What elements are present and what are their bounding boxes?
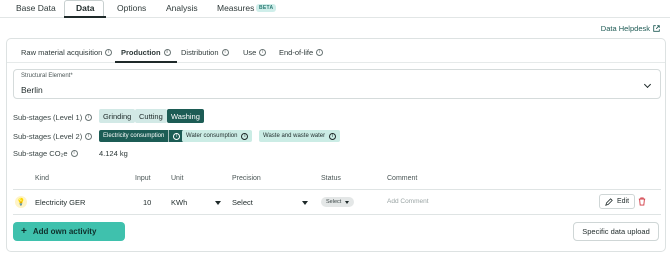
tab-data[interactable]: Data bbox=[63, 3, 108, 18]
external-link-icon bbox=[653, 25, 660, 32]
tab-label: Production bbox=[121, 48, 161, 57]
status-value: Select bbox=[326, 199, 342, 205]
plus-icon: + bbox=[21, 226, 27, 237]
column-header-input: Input bbox=[135, 175, 151, 182]
chevron-down-icon bbox=[643, 80, 652, 89]
top-nav: Base Data Data Options Analysis Measures… bbox=[0, 0, 670, 18]
tab-distribution[interactable]: Distribution i bbox=[181, 48, 229, 57]
chip-waste-and-waste-water[interactable]: Waste and waste water i bbox=[259, 130, 341, 142]
divider bbox=[168, 130, 170, 142]
chip-label: Water consumption bbox=[186, 133, 238, 139]
tab-production[interactable]: Production i bbox=[115, 48, 177, 63]
caret-down-icon bbox=[345, 200, 350, 204]
data-panel: Raw material acquisition i Production i … bbox=[6, 38, 666, 252]
tab-options[interactable]: Options bbox=[117, 3, 146, 13]
tab-base-data[interactable]: Base Data bbox=[16, 3, 56, 13]
substage-co2-value: 4.124 kg bbox=[99, 149, 128, 158]
substage-co2-text: Sub-stage CO₂e bbox=[13, 149, 68, 158]
tab-raw-material-acquisition[interactable]: Raw material acquisition i bbox=[21, 48, 113, 57]
substages-level2-label: Sub-stages (Level 2) i bbox=[13, 132, 93, 141]
edit-button[interactable]: Edit bbox=[599, 194, 635, 209]
edit-label: Edit bbox=[616, 198, 630, 205]
substages-level2-text: Sub-stages (Level 2) bbox=[13, 132, 83, 141]
comment-input[interactable]: Add Comment bbox=[387, 198, 429, 205]
unit-value: KWh bbox=[171, 198, 188, 207]
trash-icon bbox=[638, 197, 646, 206]
structural-element-label: Structural Element* bbox=[21, 73, 73, 79]
info-icon[interactable]: i bbox=[70, 150, 78, 157]
substages-level1-text: Sub-stages (Level 1) bbox=[13, 113, 83, 122]
info-icon[interactable]: i bbox=[105, 49, 113, 56]
tab-label: Use bbox=[243, 48, 257, 57]
structural-element-value: Berlin bbox=[21, 85, 43, 95]
chip-grinding[interactable]: Grinding bbox=[99, 109, 136, 123]
tab-label: Raw material acquisition bbox=[21, 48, 103, 57]
column-header-unit: Unit bbox=[171, 175, 184, 182]
column-header-status: Status bbox=[321, 175, 341, 182]
pencil-icon bbox=[605, 197, 613, 206]
info-icon[interactable]: i bbox=[85, 133, 93, 140]
info-icon[interactable]: i bbox=[241, 132, 249, 140]
chip-cutting[interactable]: Cutting bbox=[135, 109, 167, 123]
helpdesk-label: Data Helpdesk bbox=[600, 24, 650, 33]
lifecycle-stage-tabs: Raw material acquisition i Production i … bbox=[7, 39, 665, 63]
add-own-activity-button[interactable]: + Add own activity bbox=[13, 222, 125, 241]
column-header-precision: Precision bbox=[232, 175, 261, 182]
tab-end-of-life[interactable]: End-of-life i bbox=[279, 48, 324, 57]
chip-washing[interactable]: Washing bbox=[167, 109, 204, 123]
table-divider bbox=[13, 189, 661, 190]
row-kind: Electricity GER bbox=[35, 198, 86, 207]
substages-level1-label: Sub-stages (Level 1) i bbox=[13, 113, 93, 122]
status-select[interactable]: Select bbox=[321, 197, 355, 207]
row-input[interactable]: 10 bbox=[143, 198, 151, 207]
substage-co2-label: Sub-stage CO₂e i bbox=[13, 149, 78, 158]
delete-button[interactable] bbox=[637, 196, 647, 207]
info-icon[interactable]: i bbox=[259, 49, 267, 56]
info-icon[interactable]: i bbox=[85, 114, 93, 121]
info-icon[interactable]: i bbox=[163, 49, 171, 56]
specific-data-upload-button[interactable]: Specific data upload bbox=[573, 222, 659, 241]
chip-electricity-consumption[interactable]: Electricity consumption i bbox=[99, 130, 185, 142]
add-own-activity-label: Add own activity bbox=[32, 227, 97, 236]
precision-select[interactable]: Select bbox=[232, 198, 308, 207]
info-icon[interactable]: i bbox=[316, 49, 324, 56]
info-icon[interactable]: i bbox=[329, 132, 337, 140]
tab-measures[interactable]: Measures bbox=[217, 3, 254, 13]
tab-label: Distribution bbox=[181, 48, 219, 57]
structural-element-select[interactable]: Structural Element* Berlin bbox=[13, 69, 661, 99]
precision-value: Select bbox=[232, 198, 253, 207]
tab-use[interactable]: Use i bbox=[243, 48, 267, 57]
column-header-comment: Comment bbox=[387, 175, 418, 182]
table-divider bbox=[13, 214, 661, 215]
caret-down-icon bbox=[215, 200, 221, 205]
unit-select[interactable]: KWh bbox=[171, 198, 221, 207]
info-icon[interactable]: i bbox=[173, 132, 181, 140]
info-icon[interactable]: i bbox=[221, 49, 229, 56]
tab-analysis[interactable]: Analysis bbox=[166, 3, 198, 13]
column-header-kind: Kind bbox=[35, 175, 50, 182]
beta-badge: BETA bbox=[256, 4, 277, 12]
data-helpdesk-link[interactable]: Data Helpdesk bbox=[601, 24, 660, 33]
chip-label: Electricity consumption bbox=[103, 133, 165, 139]
caret-down-icon bbox=[302, 200, 308, 205]
lightbulb-icon: 💡 bbox=[15, 196, 27, 208]
tab-label: End-of-life bbox=[279, 48, 314, 57]
chip-label: Waste and waste water bbox=[263, 133, 326, 139]
chip-water-consumption[interactable]: Water consumption i bbox=[182, 130, 253, 142]
